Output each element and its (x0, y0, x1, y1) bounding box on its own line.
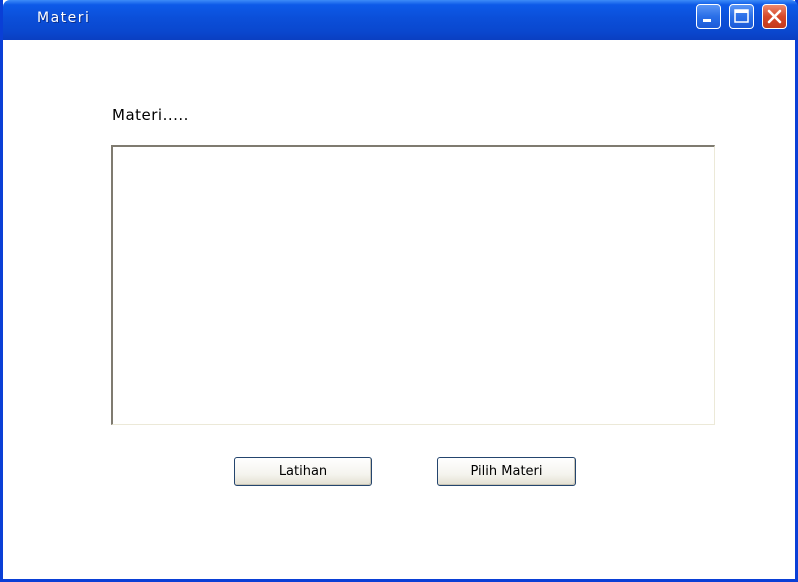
maximize-icon (734, 9, 749, 23)
materi-label: Materi..... (112, 106, 189, 124)
close-icon (767, 9, 782, 24)
pilih-materi-button[interactable]: Pilih Materi (437, 457, 576, 486)
maximize-button[interactable] (729, 4, 754, 29)
minimize-icon (703, 19, 711, 22)
materi-window: Materi Materi..... Latihan Pilih Materi (0, 0, 798, 582)
title-bar[interactable]: Materi (3, 0, 798, 40)
window-title: Materi (37, 10, 91, 26)
minimize-button[interactable] (696, 4, 721, 29)
materi-textarea[interactable] (111, 145, 715, 425)
close-button[interactable] (762, 4, 787, 29)
latihan-button[interactable]: Latihan (234, 457, 372, 486)
